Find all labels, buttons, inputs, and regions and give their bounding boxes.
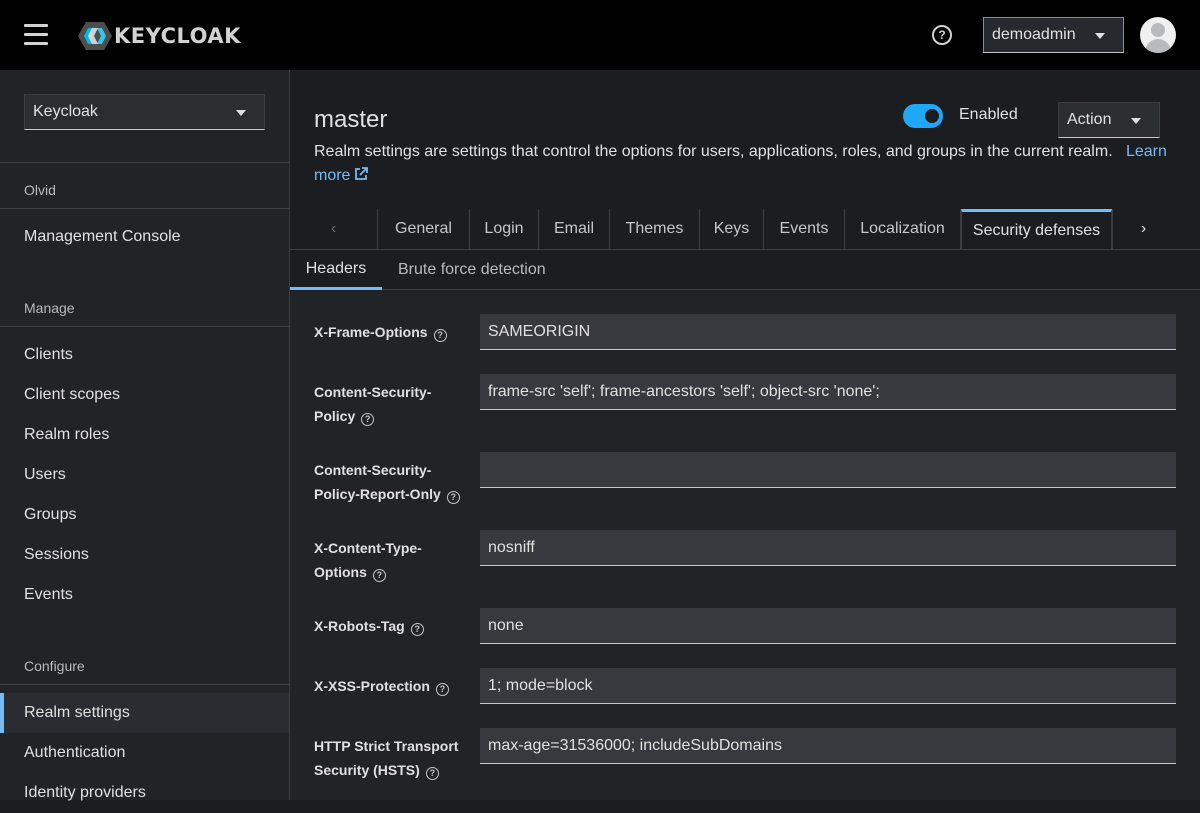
question-circle-icon[interactable]: ? — [410, 623, 424, 636]
tab-email[interactable]: Email — [539, 209, 610, 249]
action-dropdown[interactable]: Action — [1058, 102, 1160, 138]
section-manage: Manage — [24, 300, 75, 316]
realm-tabs: ‹ General Login Email Themes Keys Events… — [290, 209, 1200, 250]
sidebar-item-identity-providers[interactable]: Identity providers — [0, 773, 289, 813]
page-title: master — [314, 106, 388, 133]
sidebar-item-realm-settings[interactable]: Realm settings — [0, 693, 289, 733]
label-text: X-Robots-Tag — [314, 618, 405, 634]
label-text: X-Frame-Options — [314, 324, 428, 340]
x-xss-protection-label: X-XSS-Protection? — [314, 674, 464, 698]
page-header: master Enabled Action Realm settings are… — [290, 70, 1200, 210]
subtab-headers[interactable]: Headers — [290, 250, 382, 290]
headers-form: X-Frame-Options? Content-Security-Policy… — [290, 290, 1200, 800]
tab-keys[interactable]: Keys — [700, 209, 764, 249]
action-label: Action — [1067, 111, 1112, 128]
question-circle-icon[interactable]: ? — [446, 491, 460, 504]
help-icon[interactable]: ? — [932, 25, 952, 45]
x-xss-protection-input[interactable] — [480, 668, 1176, 704]
divider — [0, 326, 289, 327]
sidebar-item-events[interactable]: Events — [0, 575, 289, 615]
sidebar: Keycloak Olvid Management Console Manage… — [0, 70, 290, 801]
external-link-icon — [355, 167, 369, 180]
tab-security-defenses[interactable]: Security defenses — [961, 209, 1112, 249]
section-olvid: Olvid — [24, 182, 56, 198]
sidebar-item-sessions[interactable]: Sessions — [0, 535, 289, 575]
caret-down-icon — [236, 110, 246, 116]
label-text: X-XSS-Protection — [314, 678, 430, 694]
description-text: Realm settings are settings that control… — [314, 143, 1113, 160]
hamburger-icon[interactable] — [24, 24, 48, 46]
x-robots-tag-input[interactable] — [480, 608, 1176, 644]
enabled-toggle[interactable] — [903, 104, 943, 128]
divider — [0, 208, 289, 209]
x-content-type-options-label: X-Content-Type-Options? — [314, 536, 464, 584]
hsts-input[interactable] — [480, 728, 1176, 764]
caret-down-icon — [1131, 118, 1141, 124]
realm-selector[interactable]: Keycloak — [24, 94, 265, 130]
chevron-left-icon[interactable]: ‹ — [290, 209, 378, 249]
sidebar-item-groups[interactable]: Groups — [0, 495, 289, 535]
question-circle-icon[interactable]: ? — [425, 767, 439, 780]
caret-down-icon — [1095, 33, 1105, 39]
label-text: Content-Security-Policy-Report-Only — [314, 462, 441, 502]
tab-localization[interactable]: Localization — [845, 209, 961, 249]
csp-report-only-label: Content-Security-Policy-Report-Only? — [314, 458, 464, 506]
realm-name: Keycloak — [33, 103, 98, 120]
csp-input[interactable] — [480, 374, 1176, 410]
masthead: KEYCLOAK ? demoadmin — [0, 0, 1200, 70]
subtab-brute-force-detection[interactable]: Brute force detection — [398, 250, 546, 290]
toggle-label: Enabled — [959, 106, 1018, 123]
tab-events[interactable]: Events — [764, 209, 845, 249]
x-frame-options-label: X-Frame-Options? — [314, 320, 464, 344]
x-content-type-options-input[interactable] — [480, 530, 1176, 566]
x-frame-options-input[interactable] — [480, 314, 1176, 350]
x-robots-tag-label: X-Robots-Tag? — [314, 614, 464, 638]
question-circle-icon[interactable]: ? — [435, 683, 449, 696]
logo-text: KEYCLOAK — [114, 24, 241, 48]
tab-login[interactable]: Login — [470, 209, 539, 249]
sidebar-item-management-console[interactable]: Management Console — [0, 217, 289, 257]
security-subtabs: Headers Brute force detection — [290, 250, 1200, 290]
tab-general[interactable]: General — [378, 209, 470, 249]
sidebar-item-authentication[interactable]: Authentication — [0, 733, 289, 773]
sidebar-item-clients[interactable]: Clients — [0, 335, 289, 375]
sidebar-item-client-scopes[interactable]: Client scopes — [0, 375, 289, 415]
user-dropdown[interactable]: demoadmin — [983, 17, 1124, 53]
question-circle-icon[interactable]: ? — [361, 413, 375, 426]
tab-themes[interactable]: Themes — [610, 209, 700, 249]
question-circle-icon[interactable]: ? — [433, 329, 447, 342]
avatar-icon[interactable] — [1140, 17, 1176, 53]
chevron-right-icon[interactable]: › — [1112, 209, 1174, 249]
user-name: demoadmin — [992, 26, 1076, 43]
main-content: master Enabled Action Realm settings are… — [290, 70, 1200, 800]
keycloak-logo[interactable]: KEYCLOAK — [78, 20, 241, 52]
hsts-label: HTTP Strict Transport Security (HSTS)? — [314, 734, 464, 782]
label-text: X-Content-Type-Options — [314, 540, 422, 580]
csp-report-only-input[interactable] — [480, 452, 1176, 488]
csp-label: Content-Security-Policy? — [314, 380, 464, 428]
sidebar-item-users[interactable]: Users — [0, 455, 289, 495]
divider — [0, 162, 289, 163]
page-description: Realm settings are settings that control… — [314, 140, 1184, 188]
sidebar-item-realm-roles[interactable]: Realm roles — [0, 415, 289, 455]
question-circle-icon[interactable]: ? — [372, 569, 386, 582]
keycloak-logo-icon — [78, 22, 112, 50]
section-configure: Configure — [24, 658, 85, 674]
divider — [0, 684, 289, 685]
